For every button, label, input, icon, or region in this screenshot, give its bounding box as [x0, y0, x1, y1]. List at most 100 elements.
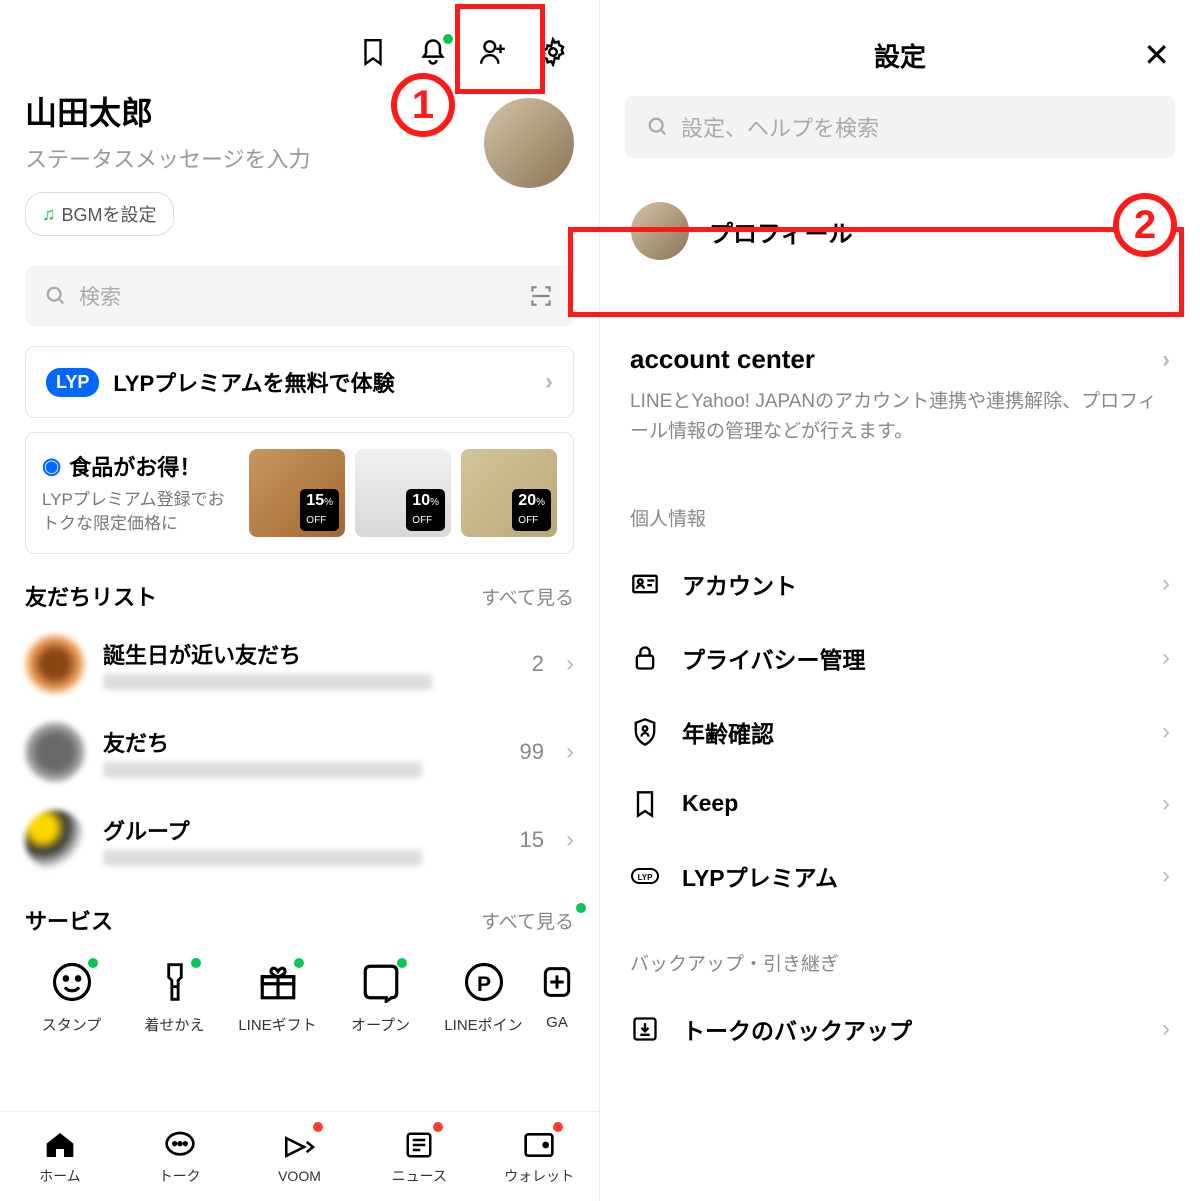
friend-avatar [25, 810, 85, 870]
service-more[interactable]: GA [535, 960, 579, 1035]
service-gift[interactable]: LINEギフト [226, 960, 329, 1035]
wallet-icon [522, 1128, 556, 1162]
annotation-number-2: 2 [1113, 193, 1177, 257]
promo-image-3: 20%OFF [461, 449, 557, 537]
notification-dot [443, 34, 453, 44]
chevron-right-icon: › [1162, 862, 1170, 890]
service-openchat[interactable]: オープン [329, 960, 432, 1035]
tag-icon: ◉ [42, 453, 61, 479]
lyp-badge: LYP [46, 368, 99, 397]
settings-age[interactable]: 年齢確認› [600, 695, 1200, 769]
annotation-box-2 [568, 227, 1184, 317]
settings-screen: 設定 ✕ 設定、ヘルプを検索 プロフィール › account center› … [600, 0, 1200, 1201]
profile-header: 山田太郎 ステータスメッセージを入力 ♫ BGMを設定 [0, 88, 599, 246]
services-row: スタンプ 着せかえ LINEギフト オープン PLINEポイン GA [0, 950, 599, 1045]
services-section-head: サービス すべて見る [0, 890, 599, 950]
promo-image-1: 15%OFF [249, 449, 345, 537]
friend-row-title: 誕生日が近い友だち [103, 638, 514, 670]
point-icon: P [462, 960, 506, 1004]
settings-backup[interactable]: トークのバックアップ› [600, 992, 1200, 1066]
promo-image-2: 10%OFF [355, 449, 451, 537]
nav-talk[interactable]: トーク [120, 1112, 240, 1201]
chat-icon [163, 1128, 197, 1162]
nav-voom[interactable]: VOOM [240, 1112, 360, 1201]
chevron-right-icon: › [545, 368, 553, 396]
see-all-friends[interactable]: すべて見る [481, 583, 574, 610]
personal-section-head: 個人情報 [600, 468, 1200, 547]
nav-home[interactable]: ホーム [0, 1112, 120, 1201]
bottom-nav: ホーム トーク VOOM ニュース ウォレット [0, 1111, 599, 1201]
search-icon [45, 285, 67, 307]
settings-search-input[interactable]: 設定、ヘルプを検索 [625, 96, 1175, 158]
gift-icon [256, 960, 300, 1004]
annotation-box-1 [455, 4, 545, 94]
scan-icon[interactable] [528, 283, 554, 309]
chevron-right-icon: › [566, 826, 574, 854]
settings-lyp[interactable]: LYP LYPプレミアム› [600, 839, 1200, 913]
nav-wallet[interactable]: ウォレット [479, 1112, 599, 1201]
promo-title: 食品がお得！ [69, 450, 201, 482]
brush-icon [153, 960, 197, 1004]
lyp-icon: LYP [630, 861, 660, 891]
friends-heading: 友だちリスト [25, 580, 481, 612]
chevron-right-icon: › [1162, 1015, 1170, 1043]
settings-header: 設定 ✕ [600, 0, 1200, 90]
news-icon [402, 1128, 436, 1162]
music-note-icon: ♫ [42, 204, 56, 225]
service-points[interactable]: PLINEポイン [432, 960, 535, 1035]
see-all-services[interactable]: すべて見る [481, 907, 574, 934]
chevron-right-icon: › [1162, 718, 1170, 746]
close-icon[interactable]: ✕ [1143, 36, 1170, 74]
friend-count: 15 [520, 827, 544, 853]
nav-news[interactable]: ニュース [359, 1112, 479, 1201]
account-center-row[interactable]: account center› LINEとYahoo! JAPANのアカウント連… [600, 314, 1200, 468]
friend-count: 2 [532, 651, 544, 677]
service-theme[interactable]: 着せかえ [123, 960, 226, 1035]
lyp-banner-text: LYPプレミアムを無料で体験 [113, 366, 394, 398]
chevron-right-icon: › [1162, 644, 1170, 672]
settings-keep[interactable]: Keep› [600, 769, 1200, 839]
avatar[interactable] [484, 98, 574, 188]
bell-icon[interactable] [417, 36, 449, 68]
squircle-icon [359, 960, 403, 1004]
chevron-right-icon: › [566, 738, 574, 766]
annotation-number-1: 1 [391, 73, 455, 137]
bgm-label: BGMを設定 [62, 201, 157, 227]
svg-text:P: P [476, 973, 490, 996]
chevron-right-icon: › [1162, 570, 1170, 598]
svg-text:LYP: LYP [638, 873, 653, 882]
id-card-icon [630, 569, 660, 599]
settings-title: 設定 [874, 37, 926, 74]
friend-count: 99 [520, 739, 544, 765]
chevron-right-icon: › [566, 650, 574, 678]
lock-icon [630, 643, 660, 673]
settings-privacy[interactable]: プライバシー管理› [600, 621, 1200, 695]
chevron-right-icon: › [1162, 790, 1170, 818]
bookmark-icon [630, 789, 660, 819]
friend-row-title: グループ [103, 814, 502, 846]
settings-search-placeholder: 設定、ヘルプを検索 [681, 111, 879, 143]
promo-card[interactable]: ◉ 食品がお得！ LYPプレミアム登録でおトクな限定価格に 15%OFF 10%O… [25, 432, 574, 554]
status-message[interactable]: ステータスメッセージを入力 [25, 142, 484, 174]
service-stamp[interactable]: スタンプ [20, 960, 123, 1035]
search-input[interactable]: 検索 [25, 266, 574, 326]
settings-account[interactable]: アカウント› [600, 547, 1200, 621]
search-placeholder: 検索 [79, 281, 121, 311]
bgm-button[interactable]: ♫ BGMを設定 [25, 192, 174, 236]
home-icon [43, 1128, 77, 1162]
friends-section-head: 友だちリスト すべて見る [0, 580, 599, 626]
backup-section-head: バックアップ・引き継ぎ [600, 913, 1200, 992]
backup-icon [630, 1014, 660, 1044]
list-item[interactable]: 誕生日が近い友だち 2 › [0, 626, 599, 714]
lyp-premium-banner[interactable]: LYP LYPプレミアムを無料で体験 › [25, 346, 574, 418]
shield-icon [630, 717, 660, 747]
friend-avatar [25, 634, 85, 694]
account-center-subtitle: LINEとYahoo! JAPANのアカウント連携や連携解除、プロフィール情報の… [630, 387, 1170, 448]
promo-subtitle: LYPプレミアム登録でおトクな限定価格に [42, 488, 239, 536]
home-screen: 山田太郎 ステータスメッセージを入力 ♫ BGMを設定 検索 LYP LYPプレ… [0, 0, 600, 1201]
list-item[interactable]: 友だち 99 › [0, 714, 599, 802]
friend-row-title: 友だち [103, 726, 502, 758]
list-item[interactable]: グループ 15 › [0, 802, 599, 890]
chevron-right-icon: › [1162, 346, 1170, 374]
bookmark-icon[interactable] [357, 36, 389, 68]
